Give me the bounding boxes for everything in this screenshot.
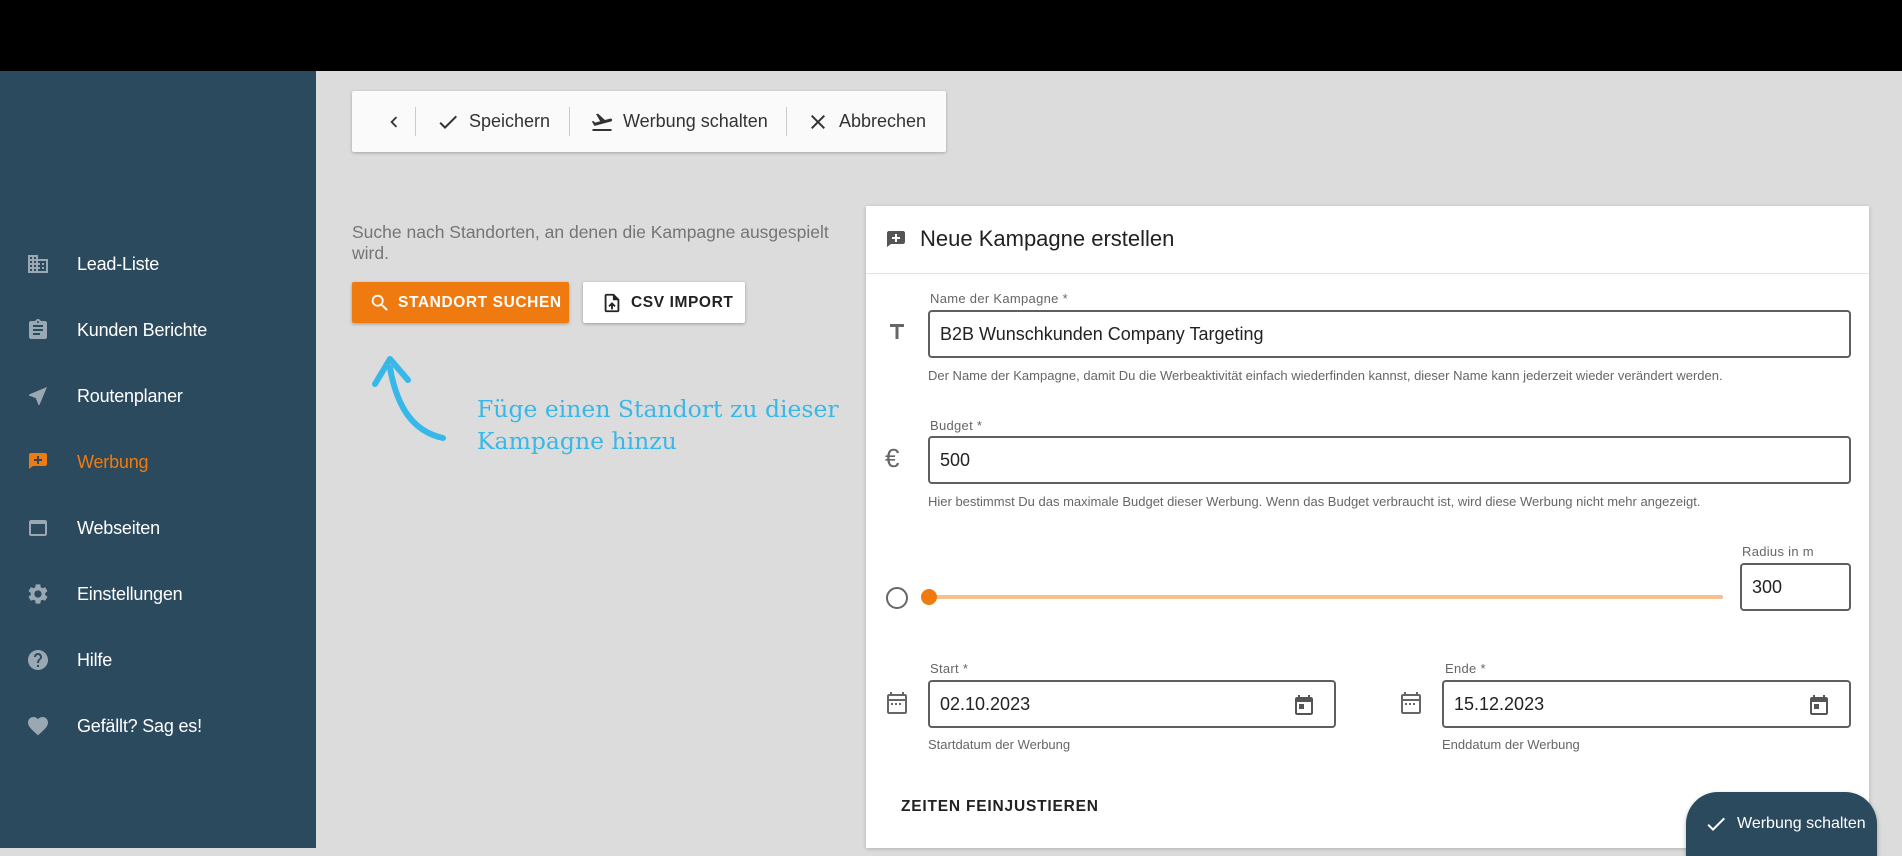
card-title: Neue Kampagne erstellen (920, 226, 1175, 251)
sidebar-item-routenplaner[interactable]: Routenplaner (0, 363, 316, 429)
sidebar-item-kunden-berichte[interactable]: Kunden Berichte (0, 297, 316, 363)
budget-field[interactable] (928, 436, 1851, 484)
start-date-input[interactable] (930, 682, 1334, 726)
card-header: Neue Kampagne erstellen (866, 206, 1869, 274)
radius-radio[interactable] (886, 587, 908, 609)
publish-button[interactable]: Werbung schalten (590, 91, 768, 152)
csv-import-label: CSV IMPORT (631, 293, 734, 311)
calendar-icon (1401, 692, 1421, 714)
sidebar-item-label: Hilfe (77, 649, 113, 670)
chevron-left-icon (390, 116, 398, 127)
back-button[interactable] (374, 91, 414, 152)
sidebar-item-label: Lead-Liste (77, 253, 160, 274)
radius-input[interactable] (1742, 565, 1849, 609)
campaign-name-field[interactable] (928, 310, 1851, 358)
cancel-label: Abbrechen (839, 111, 927, 131)
csv-import-button[interactable]: CSV IMPORT (583, 282, 745, 323)
close-icon (811, 114, 825, 129)
curved-arrow-icon (372, 356, 446, 441)
save-button[interactable]: Speichern (436, 91, 550, 152)
location-search-button[interactable]: STANDORT SUCHEN (352, 282, 569, 323)
check-icon (1707, 817, 1725, 831)
ad-icon (29, 453, 47, 469)
radius-slider[interactable] (929, 595, 1723, 599)
check-icon (439, 115, 457, 129)
location-search-label: STANDORT SUCHEN (398, 293, 562, 311)
publish-label: Werbung schalten (623, 111, 768, 131)
sidebar: Lead-Liste Kunden Berichte Routenplaner … (0, 71, 316, 848)
start-date-help: Startdatum der Werbung (928, 737, 1071, 752)
publish-fab-label: Werbung schalten (1737, 815, 1866, 832)
save-label: Speichern (469, 111, 551, 131)
toolbar-divider (415, 107, 416, 136)
sidebar-item-lead-liste[interactable]: Lead-Liste (0, 231, 316, 297)
start-date-label: Start * (930, 661, 969, 676)
browser-window-icon (29, 520, 47, 536)
location-hint: Suche nach Standorten, an denen die Kamp… (352, 222, 829, 263)
end-date-label: Ende * (1445, 661, 1486, 676)
start-date-field[interactable] (928, 680, 1336, 728)
euro-icon: € (885, 443, 900, 473)
text-icon (890, 324, 904, 339)
flight-takeoff-icon (591, 113, 613, 131)
sidebar-item-feedback[interactable]: Gefällt? Sag es! (0, 693, 316, 759)
sidebar-item-einstellungen[interactable]: Einstellungen (0, 561, 316, 627)
sidebar-item-label: Routenplaner (77, 385, 183, 406)
publish-fab[interactable]: Werbung schalten (1686, 792, 1877, 856)
end-date-input[interactable] (1444, 682, 1849, 726)
sidebar-item-werbung[interactable]: Werbung (0, 429, 316, 495)
heart-icon (28, 717, 48, 736)
action-toolbar: Speichern Werbung schalten Abbrechen (352, 91, 946, 152)
campaign-name-label: Name der Kampagne * (930, 291, 1068, 306)
end-date-help: Enddatum der Werbung (1442, 737, 1580, 752)
ad-icon (887, 231, 905, 247)
sidebar-item-label: Werbung (77, 451, 149, 472)
budget-label: Budget * (930, 418, 983, 433)
budget-help: Hier bestimmst Du das maximale Budget di… (928, 494, 1701, 509)
end-date-field[interactable] (1442, 680, 1851, 728)
toolbar-divider (569, 107, 570, 136)
cancel-button[interactable]: Abbrechen (806, 91, 926, 152)
sidebar-item-label: Webseiten (77, 517, 160, 538)
search-icon (371, 294, 388, 311)
calendar-picker-icon[interactable] (1292, 693, 1316, 717)
sidebar-nav: Lead-Liste Kunden Berichte Routenplaner … (0, 231, 316, 759)
sidebar-item-label: Einstellungen (77, 583, 183, 604)
clipboard-icon (29, 319, 47, 339)
file-upload-icon (604, 293, 620, 312)
building-icon (28, 255, 48, 273)
radius-slider-thumb[interactable] (921, 589, 937, 605)
top-bar (0, 0, 1902, 71)
help-icon (28, 650, 48, 670)
sidebar-item-hilfe[interactable]: Hilfe (0, 627, 316, 693)
calendar-picker-icon[interactable] (1807, 693, 1831, 717)
gear-icon (28, 584, 48, 604)
calendar-icon (887, 692, 907, 714)
radius-field[interactable] (1740, 563, 1851, 611)
campaign-name-input[interactable] (930, 312, 1849, 356)
annotation-text: Füge einen Standort zu dieser Kampagne h… (477, 395, 839, 455)
sidebar-item-webseiten[interactable]: Webseiten (0, 495, 316, 561)
radius-label: Radius in m (1742, 544, 1814, 559)
budget-input[interactable] (930, 438, 1849, 482)
navigation-icon (29, 387, 47, 405)
sidebar-item-label: Kunden Berichte (77, 319, 208, 340)
toolbar-divider (786, 107, 787, 136)
fine-tune-times-button[interactable]: ZEITEN FEINJUSTIEREN (901, 798, 1099, 816)
campaign-name-help: Der Name der Kampagne, damit Du die Werb… (928, 368, 1723, 383)
sidebar-item-label: Gefällt? Sag es! (77, 715, 202, 736)
